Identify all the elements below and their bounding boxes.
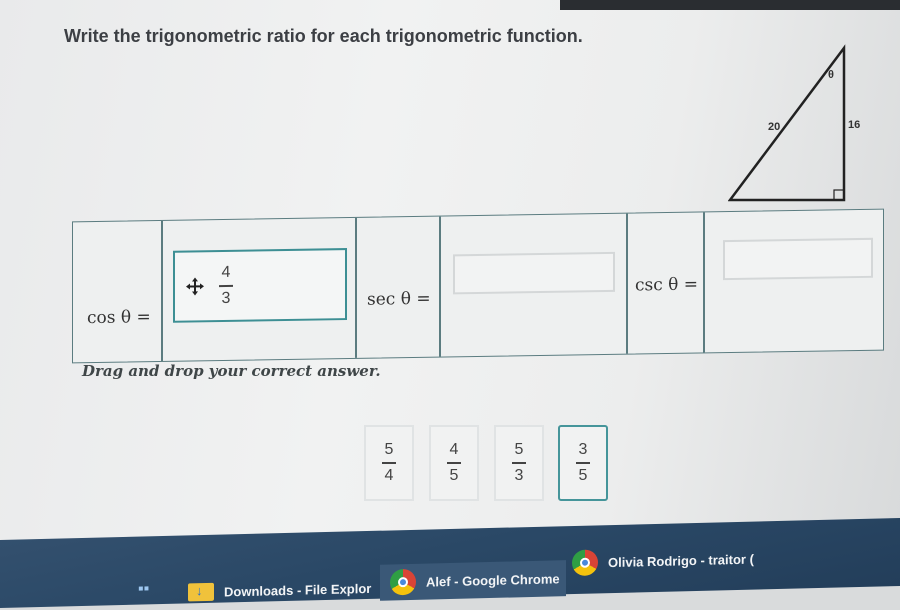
fraction-denominator: 3 <box>514 466 524 484</box>
sec-label: sec θ = <box>367 288 431 310</box>
cos-label: cos θ = <box>87 307 151 329</box>
fraction-bar <box>576 462 590 464</box>
csc-drop-slot[interactable] <box>723 237 873 281</box>
divider <box>161 220 163 361</box>
screen: Write the trigonometric ratio for each t… <box>0 0 900 555</box>
cos-answer-tile[interactable]: 4 3 <box>173 248 347 323</box>
chrome-icon <box>390 568 416 596</box>
fraction-denominator: 3 <box>221 289 231 307</box>
opposite-label: 16 <box>848 119 860 131</box>
taskbar-item-chrome-music[interactable]: Olivia Rodrigo - traitor ( <box>572 546 754 577</box>
taskbar-item-chrome-alef[interactable]: Alef - Google Chrome <box>380 560 566 601</box>
fraction-denominator: 4 <box>384 466 394 484</box>
csc-label: csc θ = <box>635 274 699 296</box>
divider <box>355 217 357 358</box>
fraction-denominator: 5 <box>578 466 588 484</box>
instruction-text: Drag and drop your correct answer. <box>82 362 381 380</box>
tile-fraction: 5 4 <box>382 441 396 485</box>
answer-tile[interactable]: 4 5 <box>429 425 479 501</box>
fraction-numerator: 4 <box>221 264 231 282</box>
angle-label: θ <box>828 69 834 81</box>
divider <box>626 213 628 354</box>
hypotenuse-label: 20 <box>768 121 780 133</box>
fraction-bar <box>512 462 526 464</box>
divider <box>439 216 441 357</box>
cos-answer-fraction: 4 3 <box>219 264 233 308</box>
tile-fraction: 5 3 <box>512 441 526 485</box>
taskbar-item-label: Alef - Google Chrome <box>426 570 560 590</box>
divider <box>703 212 705 353</box>
answer-area: cos θ = 4 3 sec θ = csc θ = <box>72 208 884 364</box>
fraction-bar <box>382 462 396 464</box>
question-title: Write the trigonometric ratio for each t… <box>64 26 583 46</box>
fraction-bar <box>219 285 233 287</box>
taskbar-item-label: Downloads - File Explor <box>224 580 372 600</box>
sec-drop-slot[interactable] <box>453 251 615 295</box>
folder-icon <box>188 582 214 602</box>
fraction-denominator: 5 <box>449 466 459 484</box>
answer-tile[interactable]: 5 3 <box>494 425 544 501</box>
fraction-numerator: 3 <box>578 441 588 459</box>
move-icon[interactable] <box>185 276 205 296</box>
fraction-numerator: 4 <box>449 441 459 459</box>
top-bar <box>560 0 900 10</box>
fraction-numerator: 5 <box>514 441 524 459</box>
tile-fraction: 3 5 <box>576 441 590 485</box>
right-triangle-diagram: θ 20 16 12 <box>728 44 860 221</box>
taskbar-item-file-explorer[interactable]: Downloads - File Explor <box>188 579 372 602</box>
answer-tile-selected[interactable]: 3 5 <box>558 425 608 501</box>
answer-tile[interactable]: 5 4 <box>364 425 414 501</box>
fraction-bar <box>447 462 461 464</box>
fraction-numerator: 5 <box>384 441 394 459</box>
task-view-button[interactable]: ▪▪ <box>138 580 184 598</box>
tile-fraction: 4 5 <box>447 441 461 485</box>
taskbar-item-label: Olivia Rodrigo - traitor ( <box>608 551 754 570</box>
task-view-icon: ▪▪ <box>138 580 150 598</box>
chrome-icon <box>572 549 598 577</box>
